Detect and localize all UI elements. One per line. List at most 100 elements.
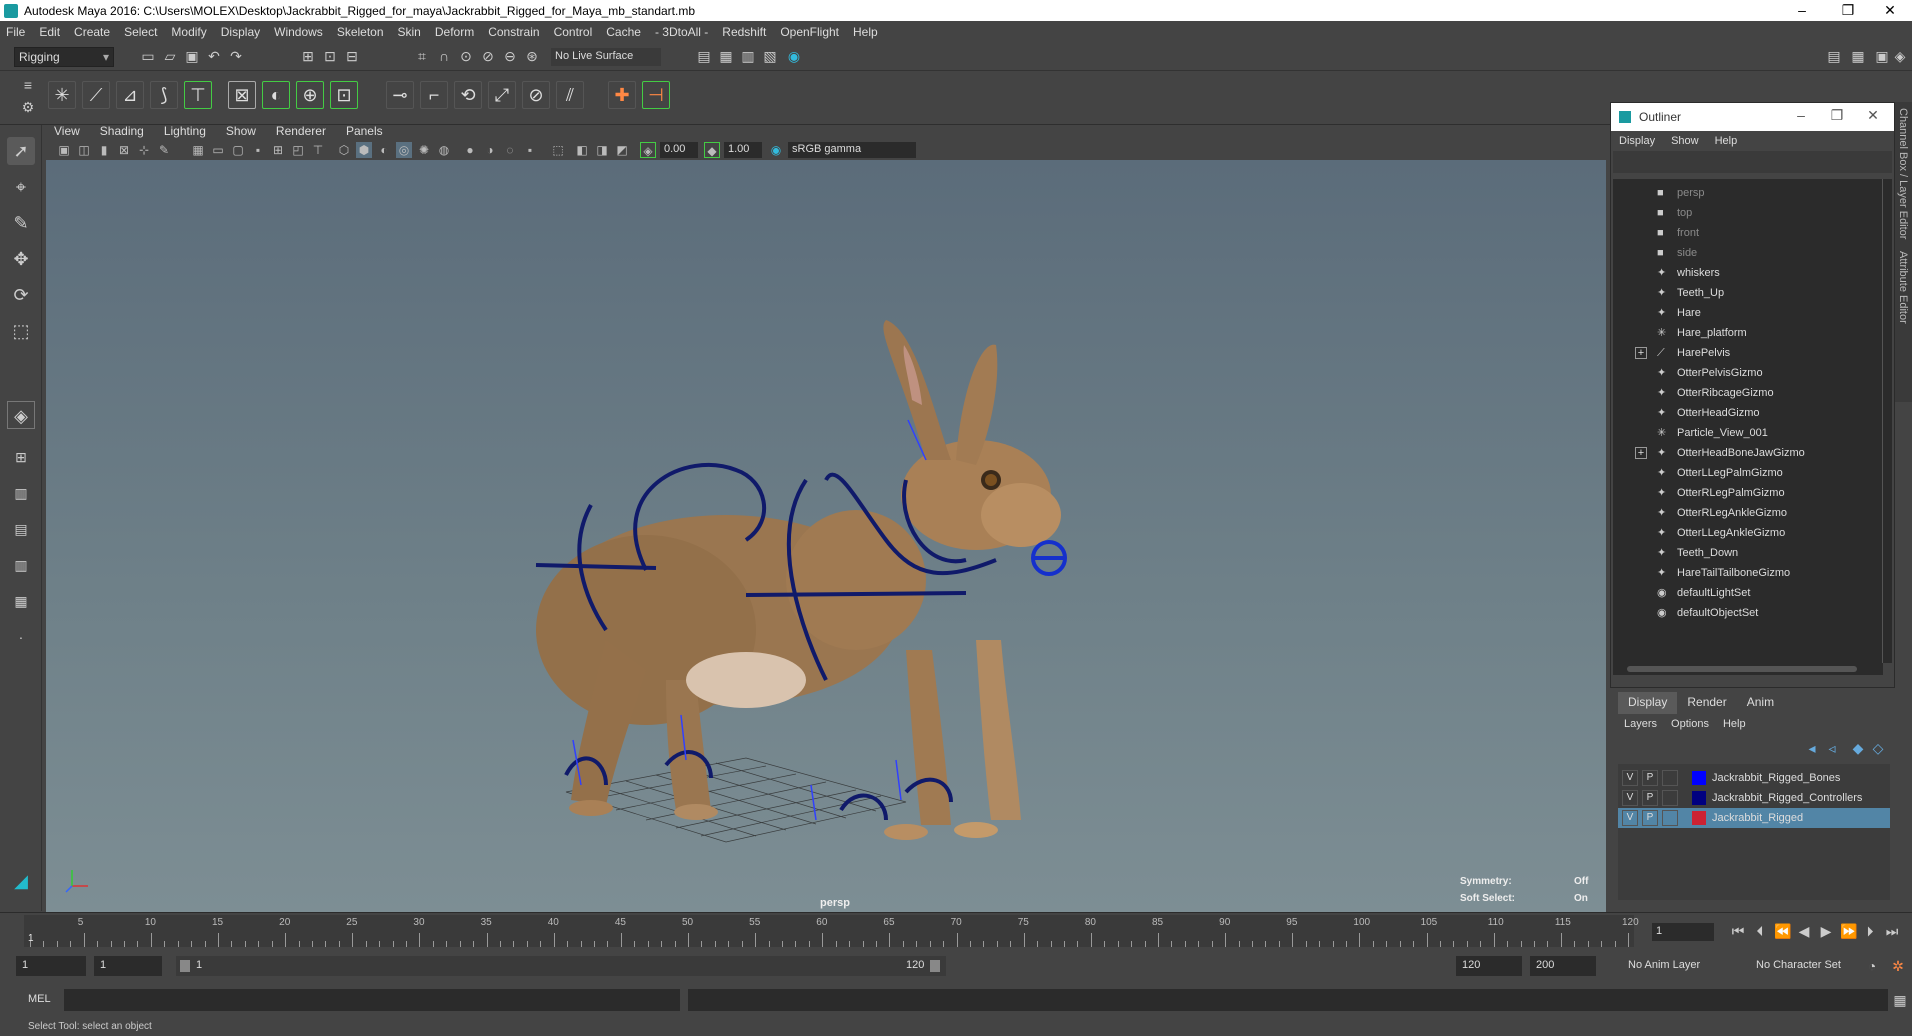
render-view-icon[interactable]: ▤ xyxy=(696,48,712,64)
outliner-item[interactable]: + ✦ OtterHeadBoneJawGizmo xyxy=(1613,443,1883,463)
outliner-item[interactable]: ✦ whiskers xyxy=(1613,263,1883,283)
render-frame-icon[interactable]: ▦ xyxy=(718,48,734,64)
layer-playback-toggle[interactable]: P xyxy=(1642,770,1658,786)
menu-help[interactable]: Help xyxy=(853,25,878,39)
default-material-icon[interactable]: ◐ xyxy=(376,142,392,158)
layer-display-type-toggle[interactable] xyxy=(1662,770,1678,786)
outliner-item[interactable]: ✦ Hare xyxy=(1613,303,1883,323)
layers-menu-help[interactable]: Help xyxy=(1723,718,1746,730)
layers-menu-layers[interactable]: Layers xyxy=(1624,718,1657,730)
outliner-item[interactable]: ✦ OtterLLegAnkleGizmo xyxy=(1613,523,1883,543)
point-constraint-icon[interactable]: ⊸ xyxy=(386,81,414,109)
playback-start-field[interactable]: 1 xyxy=(94,956,162,976)
menu-skin[interactable]: Skin xyxy=(398,25,421,39)
menu-modify[interactable]: Modify xyxy=(171,25,206,39)
tab-display[interactable]: Display xyxy=(1618,692,1678,714)
outliner-item[interactable]: ◉ defaultObjectSet xyxy=(1613,603,1883,623)
menu-3dtoall[interactable]: - 3DtoAll - xyxy=(655,25,708,39)
outliner-item[interactable]: ✦ OtterLLegPalmGizmo xyxy=(1613,463,1883,483)
wireframe-icon[interactable]: ⬡ xyxy=(336,142,352,158)
attribute-editor-toggle-icon[interactable]: ◈ xyxy=(1892,48,1908,64)
script-language-label[interactable]: MEL xyxy=(28,993,51,1005)
smooth-shade-icon[interactable]: ⬢ xyxy=(356,142,372,158)
rotate-tool-icon[interactable]: ⟳ xyxy=(7,281,35,309)
auto-key-icon[interactable]: ◔ xyxy=(1864,958,1880,974)
outliner-menu-display[interactable]: Display xyxy=(1619,135,1655,147)
shadows-icon[interactable]: ◍ xyxy=(436,142,452,158)
menu-edit[interactable]: Edit xyxy=(39,25,60,39)
ambient-occlusion-icon[interactable]: ● xyxy=(462,142,478,158)
expand-icon[interactable]: + xyxy=(1635,447,1647,459)
snap-point-icon[interactable]: ⊙ xyxy=(458,48,474,64)
layer-row[interactable]: V P Jackrabbit_Rigged_Bones xyxy=(1618,768,1890,788)
pole-vector-icon[interactable]: ⫽ xyxy=(556,81,584,109)
outliner-item[interactable]: ■ front xyxy=(1613,223,1883,243)
attribute-editor-tab[interactable]: Attribute Editor xyxy=(1895,245,1911,330)
lasso-tool-icon[interactable]: ⌖ xyxy=(7,173,35,201)
shelf-options-icon[interactable]: ⚙ xyxy=(20,99,36,115)
anim-layer-dropdown[interactable]: No Anim Layer xyxy=(1622,956,1742,976)
grease-pencil-icon[interactable]: ✎ xyxy=(156,142,172,158)
scale-tool-icon[interactable]: ⬚ xyxy=(7,317,35,345)
menu-select[interactable]: Select xyxy=(124,25,157,39)
outliner-item[interactable]: ✳ Hare_platform xyxy=(1613,323,1883,343)
xray-icon[interactable]: ◧ xyxy=(574,142,590,158)
scale-constraint-icon[interactable]: ⤢ xyxy=(488,81,516,109)
menu-set-selector[interactable]: Rigging xyxy=(14,47,114,67)
go-to-start-icon[interactable]: ⏮ xyxy=(1730,923,1746,939)
outliner-layout-icon[interactable]: ▥ xyxy=(7,479,35,507)
ipr-render-icon[interactable]: ▥ xyxy=(740,48,756,64)
camera-select-icon[interactable]: ▣ xyxy=(56,142,72,158)
character-set-dropdown[interactable]: No Character Set xyxy=(1750,956,1868,976)
redo-icon[interactable]: ↷ xyxy=(228,48,244,64)
animation-end-field[interactable]: 200 xyxy=(1530,956,1596,976)
go-to-end-icon[interactable]: ⏭ xyxy=(1884,923,1900,939)
move-layer-up-icon[interactable]: ◂ xyxy=(1804,740,1820,756)
exposure-icon[interactable]: ◈ xyxy=(640,142,656,158)
film-gate-icon[interactable]: ▭ xyxy=(210,142,226,158)
ik-fk-switch-icon[interactable]: ⊣ xyxy=(642,81,670,109)
new-empty-layer-icon[interactable]: ◆ xyxy=(1850,740,1866,756)
viewport-menu-shading[interactable]: Shading xyxy=(100,124,144,138)
image-plane-icon[interactable]: ⊠ xyxy=(116,142,132,158)
snap-view-icon[interactable]: ⊘ xyxy=(480,48,496,64)
four-view-layout-icon[interactable]: ⊞ xyxy=(7,443,35,471)
layer-visibility-toggle[interactable]: V xyxy=(1622,810,1638,826)
layer-row[interactable]: V P Jackrabbit_Rigged xyxy=(1618,808,1890,828)
outliner-item[interactable]: ✦ OtterRibcageGizmo xyxy=(1613,383,1883,403)
new-scene-icon[interactable]: ▭ xyxy=(140,48,156,64)
outliner-item[interactable]: + ⟋ HarePelvis xyxy=(1613,343,1883,363)
play-backwards-icon[interactable]: ◀ xyxy=(1796,923,1812,939)
outliner-list[interactable]: ■ persp ■ top ■ front ■ side ✦ whiskers ✦ Teeth_Up ✦… xyxy=(1613,179,1883,663)
smooth-bind-icon[interactable]: ⊠ xyxy=(228,81,256,109)
parent-constraint-icon[interactable]: ⟲ xyxy=(454,81,482,109)
select-tool-icon[interactable]: ➚ xyxy=(7,137,35,165)
cluster-icon[interactable]: ⊕ xyxy=(296,81,324,109)
hypershade-icon[interactable]: ◉ xyxy=(786,48,802,64)
multisample-icon[interactable]: ◌ xyxy=(502,142,518,158)
outliner-menu-help[interactable]: Help xyxy=(1715,135,1738,147)
shelf-tabs-icon[interactable]: ≡ xyxy=(20,77,36,93)
gamma-icon[interactable]: ◆ xyxy=(704,142,720,158)
outliner-item[interactable]: ✦ OtterHeadGizmo xyxy=(1613,403,1883,423)
command-input[interactable] xyxy=(64,989,680,1011)
layer-display-type-toggle[interactable] xyxy=(1662,810,1678,826)
close-button[interactable]: ✕ xyxy=(1868,0,1912,21)
playback-end-field[interactable]: 120 xyxy=(1456,956,1522,976)
camera-attributes-icon[interactable]: ◫ xyxy=(76,142,92,158)
lattice-icon[interactable]: ◐ xyxy=(262,81,290,109)
2d-pan-zoom-icon[interactable]: ⊹ xyxy=(136,142,152,158)
new-layer-selected-icon[interactable]: ◇ xyxy=(1870,740,1886,756)
channel-box-tab[interactable]: Channel Box / Layer Editor xyxy=(1895,102,1911,245)
menu-openflight[interactable]: OpenFlight xyxy=(780,25,839,39)
menu-constrain[interactable]: Constrain xyxy=(488,25,539,39)
outliner-horizontal-scrollbar[interactable] xyxy=(1613,663,1883,675)
isolate-select-icon[interactable]: ⬚ xyxy=(550,142,566,158)
save-scene-icon[interactable]: ▣ xyxy=(184,48,200,64)
layer-playback-toggle[interactable]: P xyxy=(1642,810,1658,826)
use-all-lights-icon[interactable]: ✺ xyxy=(416,142,432,158)
create-joints-icon[interactable]: ✳ xyxy=(48,81,76,109)
resolution-gate-icon[interactable]: ▢ xyxy=(230,142,246,158)
menu-windows[interactable]: Windows xyxy=(274,25,323,39)
outliner-item[interactable]: ◉ defaultLightSet xyxy=(1613,583,1883,603)
